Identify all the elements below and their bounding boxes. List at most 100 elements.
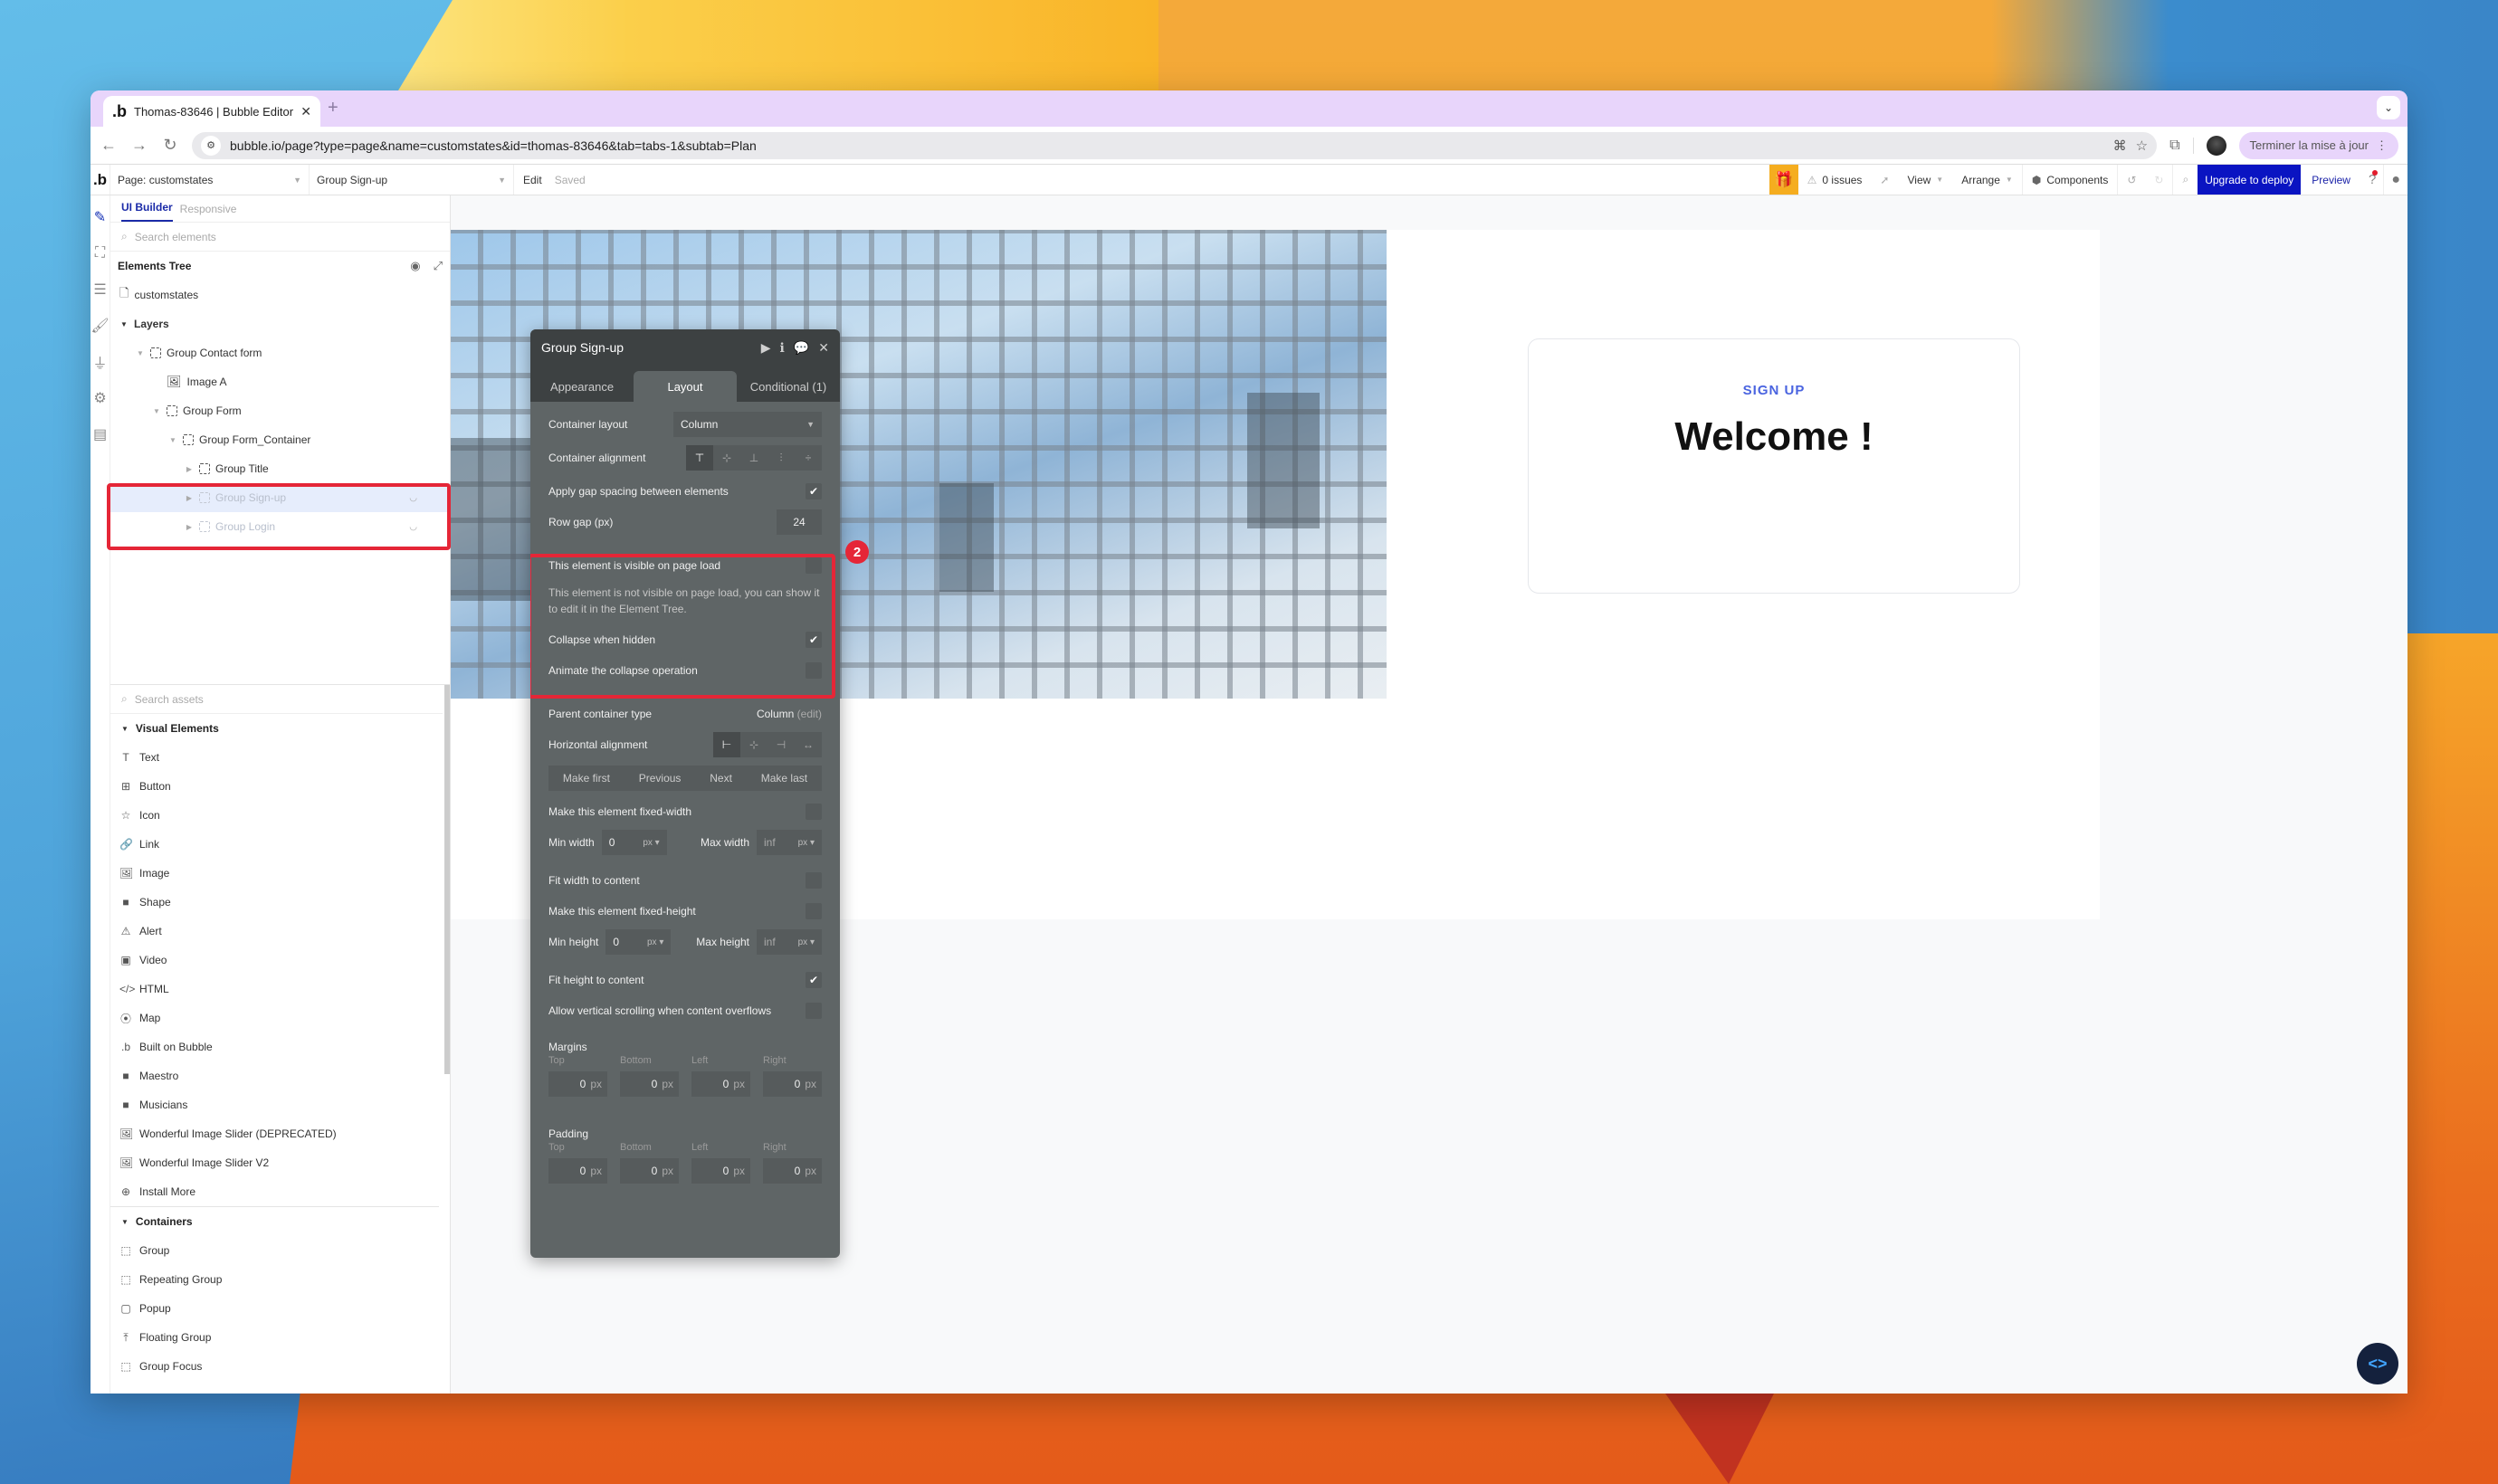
fixed-height-checkbox[interactable]: [806, 903, 822, 919]
view-menu[interactable]: View ▼: [1898, 165, 1952, 195]
align-h-center-icon[interactable]: ⊹: [740, 732, 768, 757]
container-layout-select[interactable]: Column ▼: [673, 412, 822, 437]
gap-spacing-checkbox[interactable]: ✔: [806, 483, 822, 499]
tab-conditional[interactable]: Conditional (1): [737, 371, 840, 402]
logs-document-icon[interactable]: ▤: [91, 416, 110, 452]
padding-left-input[interactable]: 0 px: [691, 1158, 750, 1184]
design-tools-icon[interactable]: ✎: [91, 199, 110, 235]
browser-tab[interactable]: .b Thomas-83646 | Bubble Editor ✕: [103, 96, 320, 127]
element-select[interactable]: Group Sign-up ▼: [310, 165, 514, 195]
asset-item[interactable]: ⤒ Floating Group: [110, 1323, 450, 1352]
asset-item[interactable]: 🖼 Wonderful Image Slider (DEPRECATED): [110, 1119, 450, 1148]
align-bottom-icon[interactable]: ⊥: [740, 445, 768, 471]
padding-top-input[interactable]: 0 px: [548, 1158, 607, 1184]
info-icon[interactable]: ℹ: [780, 340, 785, 356]
fixed-width-checkbox[interactable]: [806, 804, 822, 820]
search-button[interactable]: ⌕: [2172, 165, 2198, 195]
asset-item[interactable]: ⚠ Alert: [110, 917, 450, 946]
margin-left-input[interactable]: 0 px: [691, 1071, 750, 1097]
close-icon[interactable]: ✕: [818, 340, 829, 356]
assets-scrollbar[interactable]: [444, 685, 450, 1074]
asset-item[interactable]: 🖼 Image: [110, 859, 450, 888]
tree-item[interactable]: ▶ Group Title: [110, 454, 450, 483]
translate-icon[interactable]: ⌘: [2113, 138, 2127, 154]
arrange-menu[interactable]: Arrange ▼: [1952, 165, 2022, 195]
address-bar[interactable]: ⚙ bubble.io/page?type=page&name=customst…: [192, 131, 2158, 159]
tree-item[interactable]: ▼ Group Contact form: [110, 338, 450, 367]
page-select[interactable]: Page: customstates ▼: [110, 165, 310, 195]
padding-right-input[interactable]: 0 px: [763, 1158, 822, 1184]
align-left-icon[interactable]: ⊢: [713, 732, 740, 757]
fit-width-checkbox[interactable]: [806, 872, 822, 889]
unit-select[interactable]: px ▾: [647, 937, 663, 947]
reload-icon[interactable]: ↻: [161, 136, 179, 155]
settings-gear-icon[interactable]: ⚙: [91, 380, 110, 416]
plus-icon[interactable]: +: [328, 98, 338, 119]
caret-down-icon[interactable]: ▼: [119, 320, 129, 328]
tab-layout[interactable]: Layout: [634, 371, 737, 402]
extensions-icon[interactable]: ⧉: [2169, 138, 2179, 154]
align-right-icon[interactable]: ⊣: [768, 732, 795, 757]
asset-item[interactable]: ☆ Icon: [110, 801, 450, 830]
caret-down-icon[interactable]: ▼: [136, 349, 145, 357]
asset-item[interactable]: .b Built on Bubble: [110, 1032, 450, 1061]
workflow-icon[interactable]: ⛶: [91, 235, 110, 271]
update-button[interactable]: Terminer la mise à jour ⋮: [2238, 131, 2398, 159]
asset-item[interactable]: T Text: [110, 743, 450, 772]
category-visual-elements[interactable]: ▼ Visual Elements: [110, 714, 450, 743]
asset-item[interactable]: ▣ Video: [110, 946, 450, 975]
unit-select[interactable]: px ▾: [798, 937, 815, 947]
unit-select[interactable]: px ▾: [643, 838, 659, 848]
play-icon[interactable]: ▶: [761, 340, 771, 356]
issues-button[interactable]: ⚠ 0 issues: [1798, 165, 1872, 195]
back-icon[interactable]: ←: [100, 136, 118, 155]
help-button[interactable]: ?: [2361, 165, 2383, 195]
margin-bottom-input[interactable]: 0 px: [620, 1071, 679, 1097]
site-settings-icon[interactable]: ⚙: [201, 135, 221, 156]
tree-item[interactable]: 🖼 Image A: [110, 367, 450, 396]
max-width-input[interactable]: inf px ▾: [757, 830, 822, 855]
preview-button[interactable]: Preview: [2301, 165, 2361, 195]
asset-item[interactable]: ⬚ Group Focus: [110, 1352, 450, 1381]
padding-bottom-input[interactable]: 0 px: [620, 1158, 679, 1184]
account-icon[interactable]: ●: [2383, 165, 2407, 195]
search-elements-input[interactable]: ⌕ Search elements: [110, 223, 450, 252]
asset-item[interactable]: ⦿ Map: [110, 1004, 450, 1032]
chat-widget-icon[interactable]: <>: [2357, 1343, 2398, 1384]
min-width-input[interactable]: 0 px ▾: [601, 830, 667, 855]
tab-responsive[interactable]: Responsive: [180, 203, 237, 222]
tree-item[interactable]: 🗋 customstates: [110, 281, 450, 309]
margin-top-input[interactable]: 0 px: [548, 1071, 607, 1097]
tab-ui-builder[interactable]: UI Builder: [121, 201, 173, 222]
search-assets-input[interactable]: ⌕ Search assets: [110, 685, 443, 714]
chevron-down-icon[interactable]: ⌄: [2377, 96, 2400, 119]
edit-parent-link[interactable]: (edit): [797, 708, 822, 720]
row-gap-input[interactable]: 24: [777, 509, 822, 535]
fit-height-checkbox[interactable]: ✔: [806, 972, 822, 988]
asset-item[interactable]: 🔗 Link: [110, 830, 450, 859]
forward-icon[interactable]: →: [130, 136, 148, 155]
asset-item[interactable]: </> HTML: [110, 975, 450, 1004]
max-height-input[interactable]: inf px ▾: [757, 929, 822, 955]
align-space-around-icon[interactable]: ÷: [795, 445, 822, 471]
asset-item[interactable]: ⊕ Install More: [110, 1177, 450, 1206]
next-button[interactable]: Next: [710, 772, 732, 785]
vertical-scroll-checkbox[interactable]: [806, 1003, 822, 1019]
expand-icon[interactable]: ⤢: [434, 259, 443, 273]
asset-item[interactable]: ■ Musicians: [110, 1090, 450, 1119]
align-stretch-icon[interactable]: ↔: [795, 732, 822, 757]
styles-brush-icon[interactable]: 🖌: [91, 308, 110, 344]
asset-item[interactable]: ■ Maestro: [110, 1061, 450, 1090]
category-containers[interactable]: ▼ Containers: [110, 1207, 450, 1236]
url-text[interactable]: bubble.io/page?type=page&name=customstat…: [230, 138, 2104, 153]
align-center-icon[interactable]: ⊹: [713, 445, 740, 471]
close-tab-icon[interactable]: ✕: [300, 104, 311, 119]
asset-item[interactable]: ▢ Popup: [110, 1294, 450, 1323]
tree-item[interactable]: ▼ Group Form_Container: [110, 425, 450, 454]
redo-button[interactable]: ↻: [2145, 165, 2172, 195]
comment-icon[interactable]: 💬: [794, 340, 809, 356]
database-icon[interactable]: ☰: [91, 271, 110, 308]
property-editor-header[interactable]: Group Sign-up ▶ ℹ 💬 ✕: [530, 329, 840, 366]
align-top-icon[interactable]: ⊤: [686, 445, 713, 471]
make-last-button[interactable]: Make last: [761, 772, 807, 785]
